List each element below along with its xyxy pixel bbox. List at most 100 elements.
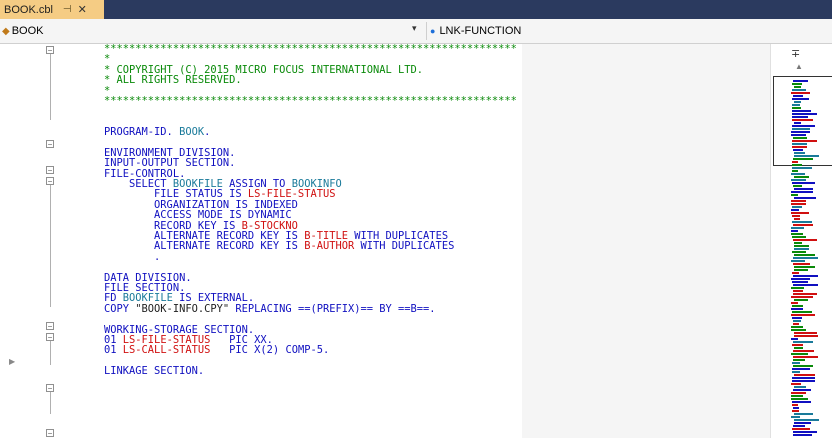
minimap-line	[791, 260, 805, 262]
close-icon[interactable]: ✕	[78, 3, 87, 16]
minimap-line	[792, 116, 808, 118]
minimap-line	[792, 251, 806, 253]
minimap-line	[794, 188, 813, 190]
minimap-line	[791, 212, 809, 214]
code-token: REPLACING ==(PREFIX)== BY ==B==.	[229, 302, 436, 315]
minimap-line	[793, 389, 811, 391]
minimap-line	[792, 305, 803, 307]
minimap-line	[792, 89, 806, 91]
collapse-icon[interactable]: −	[46, 333, 54, 342]
minimap-line	[792, 272, 799, 274]
minimap-line	[791, 383, 801, 385]
minimap-line	[794, 347, 803, 349]
collapse-icon[interactable]: −	[46, 166, 54, 175]
minimap-line	[792, 377, 815, 379]
tab-book-cbl[interactable]: BOOK.cbl ⊣ ✕	[0, 0, 104, 19]
split-icon[interactable]: ∓	[791, 47, 800, 60]
minimap-line	[793, 323, 799, 325]
member-dropdown-label: LNK-FUNCTION	[439, 25, 522, 37]
code-line: * ALL RIGHTS RESERVED.	[104, 75, 517, 85]
minimap-line	[792, 143, 807, 145]
minimap-line	[791, 296, 813, 298]
minimap-line	[792, 113, 817, 115]
type-dropdown[interactable]: ◆ BOOK	[2, 22, 425, 40]
minimap-line	[794, 245, 809, 247]
minimap-line	[792, 281, 808, 283]
minimap-line	[792, 125, 815, 127]
minimap-line	[794, 374, 815, 376]
code-line: PROGRAM-ID. BOOK.	[104, 127, 517, 137]
minimap-line	[792, 404, 798, 406]
member-dropdown[interactable]: ● LNK-FUNCTION	[430, 22, 521, 40]
code-text[interactable]: ****************************************…	[104, 44, 517, 377]
minimap-line	[793, 95, 803, 97]
minimap-line	[793, 365, 813, 367]
chevron-down-icon[interactable]: ▾	[412, 23, 417, 34]
minimap-line	[793, 158, 813, 160]
minimap-line	[792, 83, 802, 85]
minimap-line	[791, 179, 806, 181]
collapse-icon[interactable]: −	[46, 177, 54, 186]
collapse-icon[interactable]: −	[46, 46, 54, 55]
minimap-line	[793, 290, 803, 292]
tab-filename: BOOK.cbl	[4, 3, 53, 16]
code-token: ****************************************…	[104, 43, 517, 55]
collapse-icon[interactable]: −	[46, 322, 54, 331]
minimap-line	[794, 248, 809, 250]
minimap-line	[792, 182, 815, 184]
minimap-line	[793, 149, 803, 151]
minimap-line	[793, 341, 813, 343]
minimap-line	[792, 167, 812, 169]
minimap-line	[793, 239, 817, 241]
pin-icon[interactable]: ⊣	[63, 4, 72, 15]
minimap-line	[792, 311, 812, 313]
minimap-line	[792, 104, 800, 106]
collapse-icon[interactable]: −	[46, 429, 54, 438]
minimap-line	[794, 419, 819, 421]
minimap-line	[791, 134, 806, 136]
minimap-line	[791, 338, 798, 340]
minimap-line	[794, 332, 817, 334]
minimap-line	[792, 119, 813, 121]
minimap-line	[794, 101, 801, 103]
function-icon: ●	[430, 26, 436, 36]
minimap-line	[792, 410, 799, 412]
minimap-line	[793, 275, 818, 277]
expand-arrow-icon[interactable]: ▶	[9, 357, 15, 366]
minimap-line	[793, 320, 801, 322]
code-token: LS-CALL-STATUS	[122, 344, 211, 357]
minimap-line	[793, 284, 818, 286]
scroll-up-icon[interactable]: ▲	[795, 62, 803, 71]
minimap-line	[793, 137, 807, 139]
code-token: ****************************************…	[104, 94, 517, 107]
minimap-line	[794, 335, 818, 337]
minimap-line	[791, 227, 804, 229]
code-token: COPY	[104, 302, 136, 315]
outline-line	[50, 341, 51, 365]
minimap-line	[792, 428, 810, 430]
outline-line	[50, 185, 51, 307]
minimap-line	[791, 200, 806, 202]
minimap-line	[792, 215, 800, 217]
minimap-line	[791, 314, 815, 316]
code-line: COPY "BOOK-INFO.CPY" REPLACING ==(PREFIX…	[104, 304, 517, 314]
collapse-icon[interactable]: −	[46, 140, 54, 149]
code-token: LINKAGE SECTION.	[104, 365, 205, 378]
collapse-icon[interactable]: −	[46, 384, 54, 393]
type-dropdown-label: BOOK	[11, 25, 44, 37]
minimap-line	[794, 242, 802, 244]
code-line: ****************************************…	[104, 96, 517, 106]
minimap-line	[791, 233, 803, 235]
minimap-line	[791, 92, 810, 94]
minimap-line	[791, 194, 798, 196]
minimap-line	[792, 401, 811, 403]
minimap-line	[793, 257, 818, 259]
minimap-scrollbar[interactable]: ∓ ▲	[770, 44, 832, 438]
minimap-line	[791, 191, 813, 193]
code-line: .	[104, 252, 517, 262]
minimap-line	[791, 302, 798, 304]
minimap-line	[792, 161, 798, 163]
document-tab-strip: BOOK.cbl ⊣ ✕	[0, 0, 832, 19]
code-editor[interactable]: − − − − − − − − ▶ **********************…	[0, 44, 832, 438]
minimap-line	[791, 353, 808, 355]
